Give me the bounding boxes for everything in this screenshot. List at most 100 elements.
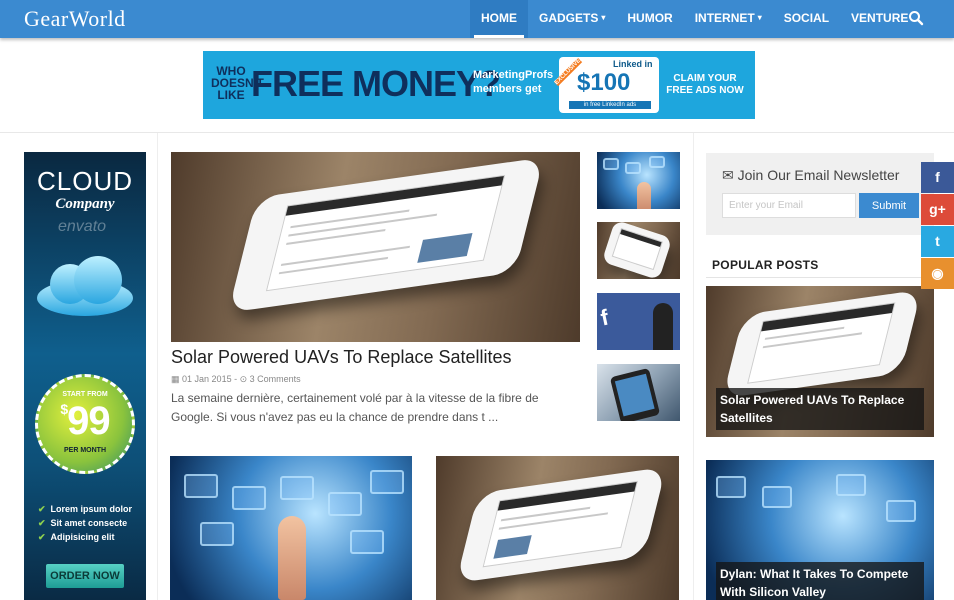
- calendar-icon: ▦: [171, 374, 180, 384]
- newsletter-title-text: Join Our Email Newsletter: [737, 167, 900, 183]
- thumbnail-image[interactable]: [597, 152, 680, 209]
- banner-amount: $100: [577, 69, 631, 96]
- finger-image: [278, 516, 306, 600]
- popular-post[interactable]: Solar Powered UAVs To Replace Satellites: [706, 286, 934, 437]
- tile-shape: [886, 500, 916, 522]
- nav-internet-label: INTERNET: [694, 11, 755, 25]
- tile-shape: [328, 492, 362, 516]
- featured-post-title[interactable]: Solar Powered UAVs To Replace Satellites: [171, 347, 512, 368]
- facebook-logo-image: f: [598, 304, 611, 331]
- tile-shape: [836, 474, 866, 496]
- popular-post[interactable]: Dylan: What It Takes To Compete With Sil…: [706, 460, 934, 600]
- banner-offer-card: EXCLUSIVE Linked in $100 in free LinkedI…: [553, 57, 659, 113]
- popular-post-title[interactable]: Dylan: What It Takes To Compete With Sil…: [716, 562, 924, 600]
- main-nav: HOME GADGETS ▾ HUMOR INTERNET ▾ SOCIAL VEN…: [470, 0, 919, 38]
- banner-who-text: WHO DOESN'T LIKE: [211, 64, 264, 102]
- tile-shape: [625, 162, 641, 174]
- phone-screen-bar: [497, 482, 637, 511]
- column-divider: [157, 133, 158, 600]
- post-comments[interactable]: 3 Comments: [250, 374, 301, 384]
- email-field[interactable]: [722, 193, 856, 218]
- nav-humor[interactable]: HUMOR: [616, 0, 683, 38]
- check-icon: ✔: [38, 518, 46, 528]
- tablet-image: [609, 367, 661, 421]
- ad-per-month: PER MONTH: [64, 447, 106, 454]
- finger-image: [637, 182, 651, 209]
- nav-venture-label: VENTURE: [851, 11, 909, 25]
- thumbnail-image[interactable]: f: [597, 293, 680, 350]
- phone-text-line: [762, 332, 863, 349]
- order-now-button[interactable]: ORDER NOW: [46, 564, 124, 588]
- phone-screen-bar: [620, 229, 662, 247]
- banner-amount-note: in free LinkedIn ads: [569, 101, 651, 109]
- facebook-glyph: f: [935, 169, 940, 185]
- google-plus-glyph: g+: [929, 201, 946, 217]
- phone-screen: [482, 480, 638, 568]
- rss-icon[interactable]: ◉: [921, 258, 954, 289]
- nav-home-label: HOME: [481, 11, 517, 25]
- nav-humor-label: HUMOR: [627, 11, 673, 25]
- thumbnail-image[interactable]: [597, 364, 680, 421]
- nav-social[interactable]: SOCIAL: [773, 0, 840, 38]
- nav-gadgets[interactable]: GADGETS ▾: [528, 0, 616, 38]
- tile-shape: [200, 522, 234, 546]
- ad-price: $99: [38, 399, 132, 444]
- phone-image: [455, 466, 667, 584]
- person-image: [653, 303, 673, 350]
- twitter-glyph: t: [935, 233, 940, 249]
- chevron-down-icon: ▾: [601, 13, 606, 22]
- site-header: GearWorld HOME GADGETS ▾ HUMOR INTERNET ▾ …: [0, 0, 954, 38]
- nav-internet[interactable]: INTERNET ▾: [684, 0, 773, 38]
- tile-shape: [370, 470, 404, 494]
- rss-glyph: ◉: [931, 265, 944, 281]
- twitter-icon[interactable]: t: [921, 226, 954, 257]
- ad-subtitle: Company: [55, 196, 115, 212]
- post-date: 01 Jan 2015: [182, 374, 232, 384]
- phone-screen-bar: [285, 176, 504, 216]
- ad-watermark: envato: [58, 218, 107, 235]
- cloud-icon: [37, 256, 133, 316]
- nav-home[interactable]: HOME: [470, 0, 528, 38]
- check-icon: ✔: [38, 504, 46, 514]
- post-meta: ▦ 01 Jan 2015 - ⊙ 3 Comments: [171, 374, 301, 385]
- nav-social-label: SOCIAL: [783, 11, 830, 25]
- ad-feature-text: Lorem ipsum dolor: [50, 504, 133, 514]
- facebook-icon[interactable]: f: [921, 162, 954, 193]
- thumbnail-image[interactable]: [597, 222, 680, 279]
- phone-image: [228, 157, 544, 313]
- ad-price-value: 99: [67, 399, 110, 443]
- tile-shape: [280, 476, 314, 500]
- post-image[interactable]: [436, 456, 679, 600]
- phone-thumb: [493, 535, 532, 559]
- check-icon: ✔: [38, 532, 46, 542]
- phone-image: [722, 289, 922, 399]
- list-item: ✔ Adipisicing elit: [38, 530, 132, 544]
- nav-gadgets-label: GADGETS: [539, 11, 599, 25]
- google-plus-icon[interactable]: g+: [921, 194, 954, 225]
- column-divider: [693, 133, 694, 600]
- ad-title: CLOUD: [36, 166, 133, 196]
- phone-text-line: [498, 512, 609, 530]
- tile-shape: [649, 156, 665, 168]
- banner-ad[interactable]: WHO DOESN'T LIKE FREE MONEY? MarketingPr…: [203, 51, 755, 119]
- banner-headline: FREE MONEY?: [251, 63, 501, 104]
- site-logo[interactable]: GearWorld: [24, 6, 126, 32]
- ad-feature-text: Sit amet consecte: [50, 518, 128, 528]
- featured-post-image[interactable]: [171, 152, 580, 342]
- phone-screen: [611, 227, 663, 271]
- side-ad[interactable]: CLOUD Company envato START FROM $99 PER …: [24, 152, 146, 600]
- phone-image: [601, 222, 673, 279]
- tile-shape: [716, 476, 746, 498]
- phone-thumb: [417, 232, 473, 263]
- price-badge: START FROM $99 PER MONTH: [35, 374, 135, 474]
- phone-screen-bar: [761, 303, 895, 332]
- tile-shape: [762, 486, 792, 508]
- submit-button[interactable]: Submit: [859, 193, 919, 218]
- popular-post-title[interactable]: Solar Powered UAVs To Replace Satellites: [716, 388, 924, 430]
- banner-cta[interactable]: CLAIM YOUR FREE ADS NOW: [665, 73, 745, 97]
- post-image[interactable]: [170, 456, 412, 600]
- newsletter-box: ✉ Join Our Email Newsletter Submit: [706, 153, 934, 235]
- ad-feature-text: Adipisicing elit: [50, 532, 115, 542]
- popular-posts-divider: [706, 277, 934, 278]
- search-icon[interactable]: [908, 10, 924, 26]
